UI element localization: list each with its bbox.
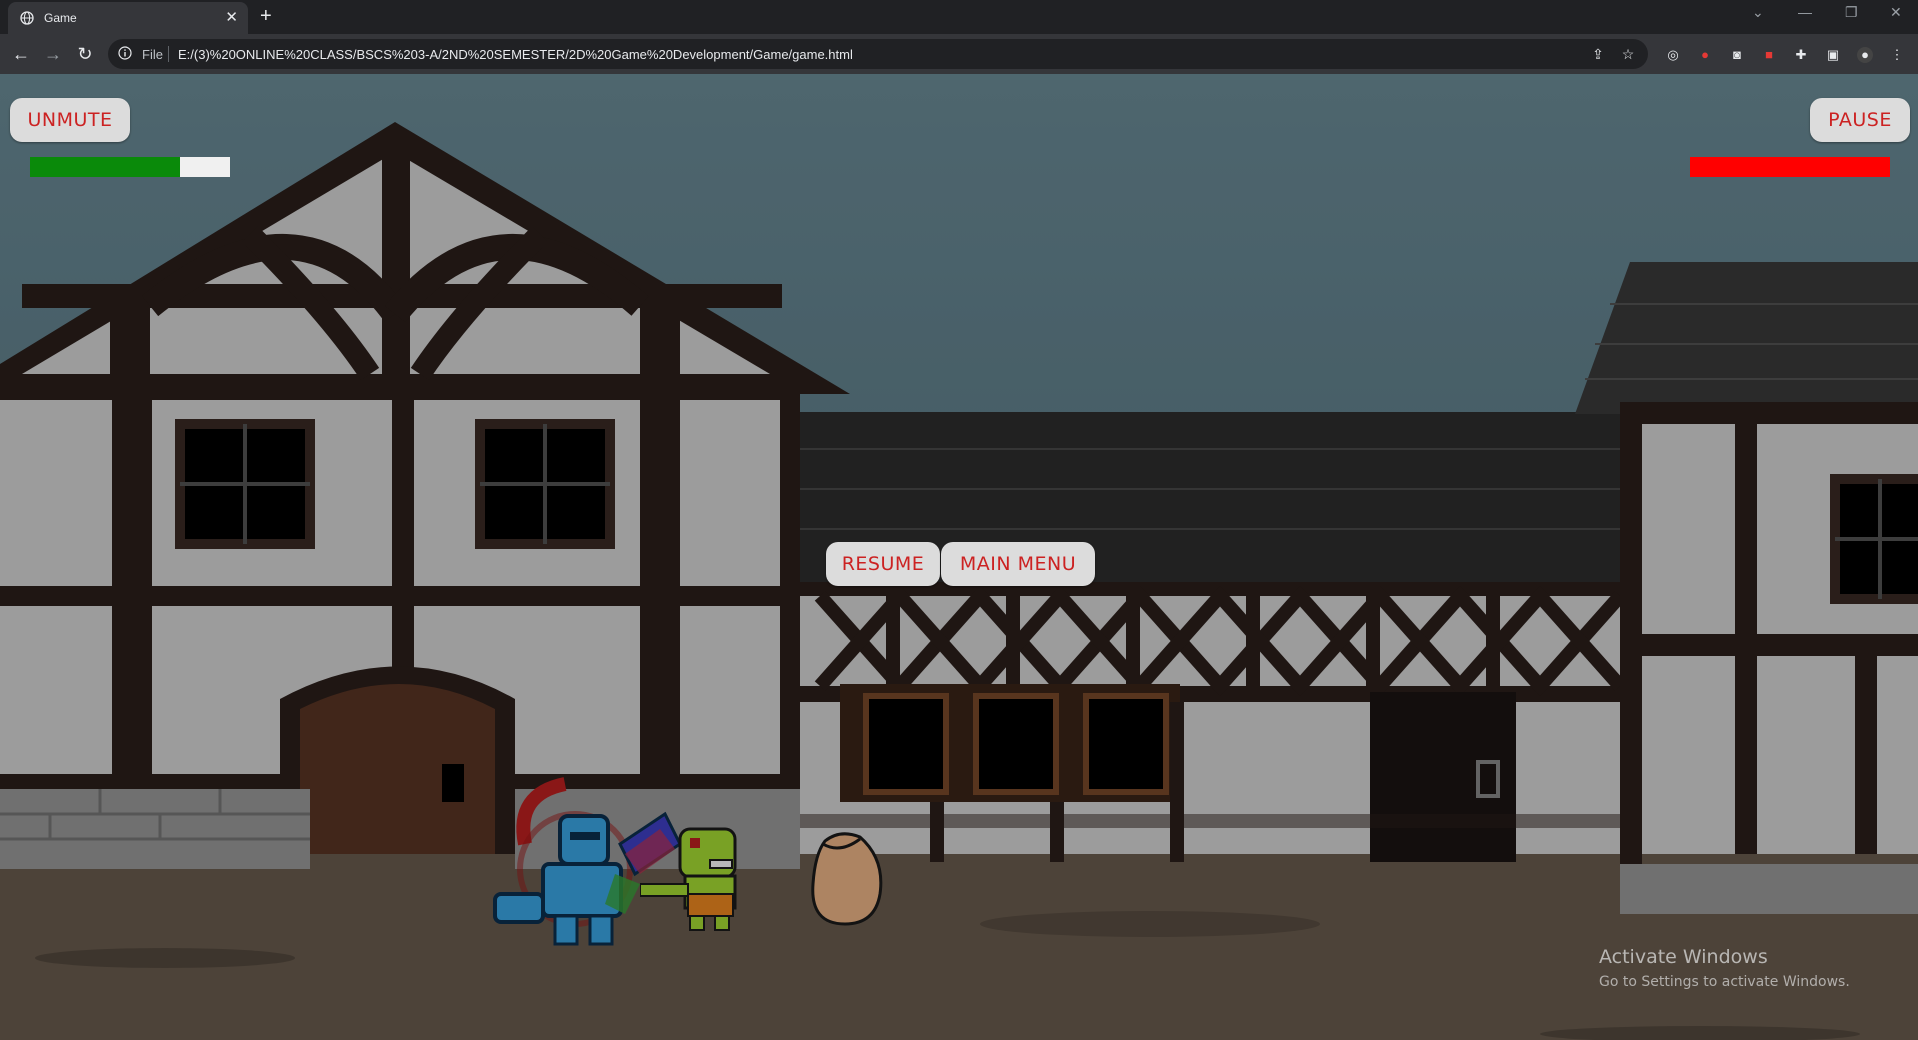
pause-button[interactable]: PAUSE [1810,98,1910,142]
window-close-icon[interactable]: ✕ [1890,4,1902,21]
info-icon[interactable] [118,46,132,60]
player-health-fill [30,157,180,177]
game-canvas[interactable]: UNMUTE PAUSE RESUME MAIN MENU Activate W… [0,74,1918,1040]
address-bar[interactable]: File E:/(3)%20ONLINE%20CLASS/BSCS%203-A/… [108,39,1648,69]
extension-red-icon[interactable]: ● [1697,47,1713,63]
tab-search-icon[interactable]: ⌄ [1752,4,1764,21]
forward-icon[interactable]: → [42,43,64,65]
activate-windows-subtitle: Go to Settings to activate Windows. [1599,974,1850,990]
activate-windows-title: Activate Windows [1599,946,1768,968]
resume-button[interactable]: RESUME [826,542,940,586]
minimize-icon[interactable]: — [1798,4,1812,20]
unmute-button[interactable]: UNMUTE [10,98,130,142]
extension-red-square-icon[interactable]: ■ [1761,47,1777,63]
browser-tab[interactable]: Game ✕ [8,2,248,34]
back-icon[interactable]: ← [10,43,32,65]
goblin-sprite [640,827,737,931]
tab-title: Game [44,11,77,25]
reload-icon[interactable]: ↻ [74,43,96,65]
address-scheme: File [142,47,163,62]
camera-icon[interactable]: ◙ [1729,47,1745,63]
browser-tabstrip: Game ✕ + ⌄ — ❐ ✕ [0,0,1918,34]
close-tab-icon[interactable]: ✕ [225,8,238,26]
address-divider [168,46,169,62]
menu-kebab-icon[interactable]: ⋮ [1889,47,1905,63]
restore-icon[interactable]: ❐ [1845,4,1858,21]
share-icon[interactable]: ⇪ [1590,46,1606,62]
player-health-bar [30,157,230,177]
enemy-health-fill [1690,157,1890,177]
profile-avatar[interactable]: ● [1857,47,1873,63]
address-url[interactable]: E:/(3)%20ONLINE%20CLASS/BSCS%203-A/2ND%2… [178,47,853,62]
extension-glasses-icon[interactable]: ◎ [1665,47,1681,63]
globe-icon [20,11,34,25]
extensions-puzzle-icon[interactable]: ✚ [1793,47,1809,63]
loot-sack-sprite [811,832,883,926]
browser-toolbar: ← → ↻ File E:/(3)%20ONLINE%20CLASS/BSCS%… [0,34,1918,74]
bookmark-star-icon[interactable]: ☆ [1620,46,1636,62]
new-tab-icon[interactable]: + [260,5,272,28]
main-menu-button[interactable]: MAIN MENU [941,542,1095,586]
enemy-health-bar [1690,157,1890,177]
side-panel-icon[interactable]: ▣ [1825,47,1841,63]
